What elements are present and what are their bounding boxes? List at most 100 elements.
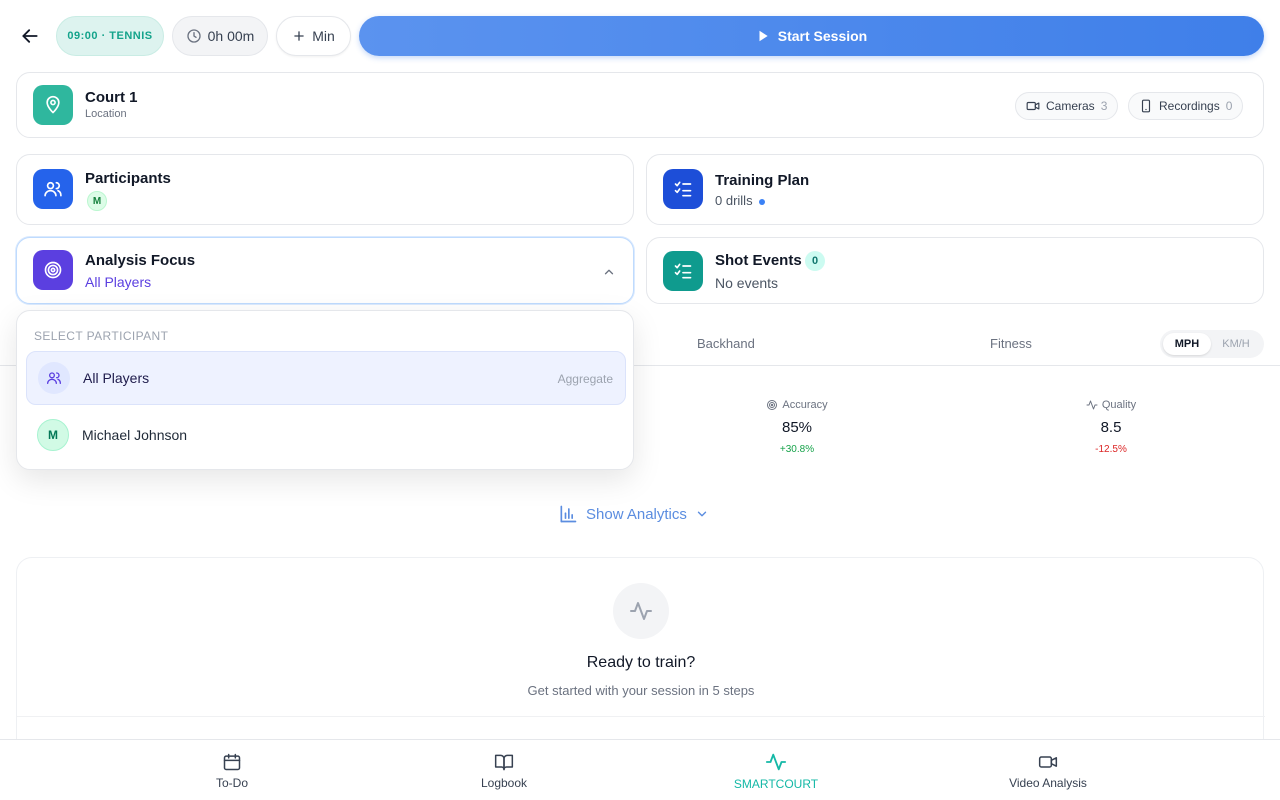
- status-dot: [758, 198, 765, 205]
- cameras-label: Cameras: [1046, 99, 1095, 113]
- training-plan-subtitle: 0 drills: [715, 193, 765, 208]
- speed-unit-toggle: MPH KM/H: [1160, 330, 1264, 358]
- book-open-icon: [494, 754, 514, 770]
- nav-todo[interactable]: To-Do: [152, 740, 312, 800]
- dropdown-header: SELECT PARTICIPANT: [34, 329, 169, 343]
- analysis-focus-card[interactable]: Analysis Focus All Players: [16, 237, 634, 304]
- cameras-count: 3: [1100, 99, 1108, 113]
- quality-value: 8.5: [1100, 419, 1122, 436]
- cameras-chip[interactable]: Cameras 3: [1015, 92, 1119, 120]
- nav-smartcourt[interactable]: SMARTCOURT: [696, 740, 856, 800]
- quality-metric: Quality 8.5 -12.5%: [1041, 399, 1181, 455]
- target-icon: [767, 400, 778, 410]
- show-analytics-label: Show Analytics: [586, 505, 687, 523]
- nav-logbook-label: Logbook: [480, 775, 528, 790]
- drills-count: 0 drills: [715, 193, 753, 208]
- start-session-label: Start Session: [777, 28, 868, 44]
- activity-icon: [630, 602, 652, 620]
- phone-icon: [1141, 99, 1151, 113]
- shot-events-count-badge: 0: [805, 251, 825, 271]
- ready-to-train-card: Ready to train? Get started with your se…: [16, 557, 1265, 757]
- recordings-chip[interactable]: Recordings 0: [1128, 92, 1244, 120]
- activity-icon: [1086, 400, 1098, 410]
- unit-mph-option[interactable]: MPH: [1163, 333, 1211, 355]
- plus-icon: [294, 31, 304, 41]
- analysis-focus-value: All Players: [85, 274, 152, 290]
- nav-video-analysis[interactable]: Video Analysis: [968, 740, 1128, 800]
- training-plan-title: Training Plan: [715, 172, 810, 189]
- court-card[interactable]: Court 1 Location Cameras 3 Recordings 0: [16, 72, 1264, 138]
- ready-title: Ready to train?: [586, 654, 696, 671]
- map-pin-icon: [46, 95, 60, 114]
- location-icon-tile: [33, 85, 73, 125]
- accuracy-label: Accuracy: [782, 399, 828, 411]
- accuracy-metric: Accuracy 85% +30.8%: [727, 399, 867, 455]
- analysis-focus-title: Analysis Focus: [85, 252, 196, 269]
- activity-icon: [765, 753, 787, 770]
- chevron-up-icon[interactable]: [602, 265, 616, 279]
- recordings-count: 0: [1225, 99, 1233, 113]
- shot-events-title: Shot Events: [715, 252, 802, 269]
- unit-kmh-option[interactable]: KM/H: [1212, 333, 1260, 355]
- ready-icon-circle: [613, 583, 669, 639]
- shot-events-card[interactable]: Shot Events 0 No events: [646, 237, 1264, 304]
- chevron-down-icon: [697, 511, 707, 517]
- accuracy-value: 85%: [781, 419, 813, 436]
- bar-chart-icon: [560, 505, 577, 523]
- option-michael-johnson[interactable]: M Michael Johnson: [26, 409, 626, 463]
- nav-todo-label: To-Do: [215, 775, 248, 790]
- participant-avatar: M: [87, 191, 107, 211]
- option-tag: Aggregate: [557, 372, 613, 386]
- back-button[interactable]: [14, 20, 46, 52]
- all-players-avatar: [38, 362, 70, 394]
- video-camera-icon: [1038, 755, 1058, 768]
- option-name: All Players: [83, 370, 150, 386]
- target-icon: [44, 261, 62, 279]
- training-plan-icon-tile: [663, 169, 703, 209]
- add-minutes-label: Min: [312, 28, 335, 44]
- clock-icon: [186, 29, 201, 43]
- tab-backhand[interactable]: Backhand: [697, 336, 755, 351]
- timer-value: 0h 00m: [207, 28, 255, 44]
- session-timer: 0h 00m: [172, 16, 268, 56]
- tab-fitness[interactable]: Fitness: [990, 336, 1032, 351]
- nav-logbook[interactable]: Logbook: [424, 740, 584, 800]
- accuracy-label-row: Accuracy: [727, 399, 867, 411]
- quality-label-row: Quality: [1041, 399, 1181, 411]
- arrow-left-icon: [22, 29, 38, 43]
- shot-events-subtitle: No events: [715, 275, 779, 291]
- quality-label: Quality: [1101, 399, 1137, 411]
- calendar-icon: [223, 753, 241, 770]
- checklist-icon: [674, 181, 692, 197]
- participant-avatar: M: [37, 419, 69, 451]
- shot-events-icon-tile: [663, 251, 703, 291]
- option-all-players[interactable]: All Players Aggregate: [26, 351, 626, 405]
- users-icon: [47, 372, 61, 384]
- accuracy-delta: +30.8%: [779, 444, 815, 455]
- bottom-navigation: To-Do Logbook SMARTCOURT Video Analysis: [0, 739, 1280, 800]
- nav-smartcourt-label: SMARTCOURT: [733, 776, 819, 791]
- recordings-label: Recordings: [1159, 99, 1220, 113]
- court-subtitle: Location: [85, 108, 127, 120]
- participants-icon-tile: [33, 169, 73, 209]
- nav-video-analysis-label: Video Analysis: [1009, 775, 1087, 790]
- option-name: Michael Johnson: [82, 427, 188, 443]
- divider: [17, 716, 1265, 717]
- show-analytics-button[interactable]: Show Analytics: [558, 502, 709, 526]
- checklist-icon: [674, 263, 692, 279]
- analysis-focus-icon-tile: [33, 250, 73, 290]
- add-minutes-button[interactable]: Min: [276, 16, 351, 56]
- participants-title: Participants: [85, 170, 171, 187]
- top-bar: 09:00 · TENNIS 0h 00m Min Start Session: [0, 0, 1280, 72]
- play-icon: [759, 30, 768, 42]
- ready-subtitle: Get started with your session in 5 steps: [527, 683, 755, 698]
- start-session-button[interactable]: Start Session: [359, 16, 1264, 56]
- training-plan-card[interactable]: Training Plan 0 drills: [646, 154, 1264, 225]
- quality-delta: -12.5%: [1095, 444, 1127, 455]
- participants-card[interactable]: Participants M: [16, 154, 634, 225]
- users-icon: [44, 181, 62, 197]
- session-time-sport-pill: 09:00 · TENNIS: [56, 16, 164, 56]
- select-participant-dropdown: SELECT PARTICIPANT All Players Aggregate…: [16, 310, 634, 470]
- video-camera-icon: [1026, 101, 1040, 111]
- court-title: Court 1: [85, 89, 138, 106]
